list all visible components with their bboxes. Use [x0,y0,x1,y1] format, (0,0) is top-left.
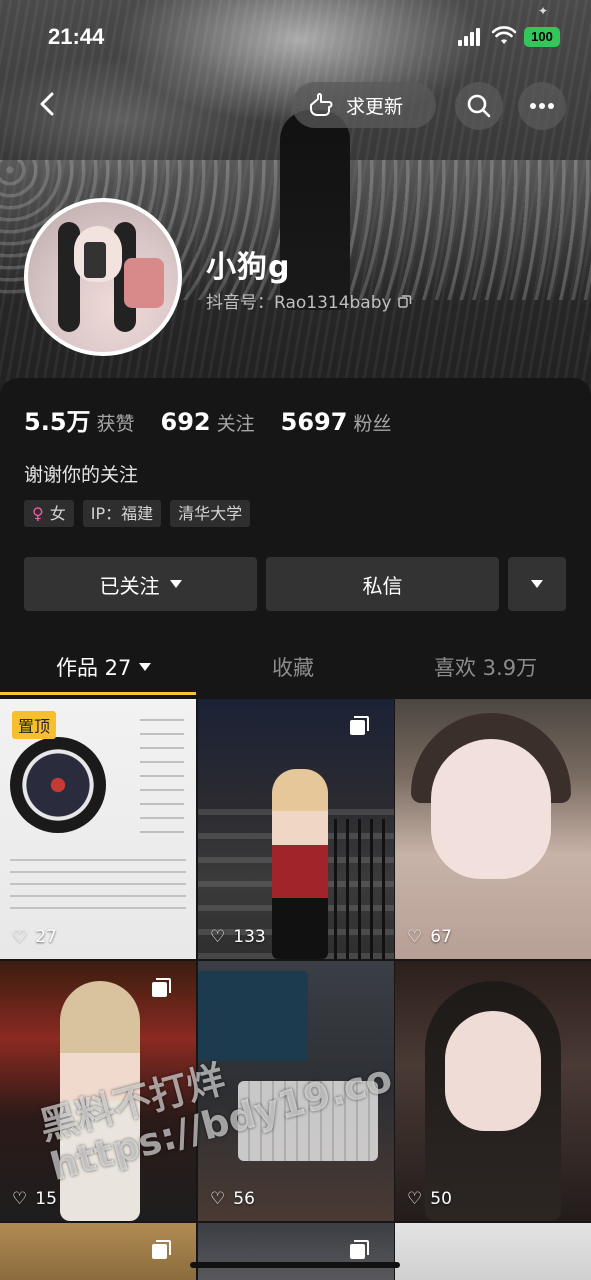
followed-button[interactable]: 已关注 [24,557,257,611]
video-likes-count: 50 [430,1189,452,1209]
multi-image-icon [350,1240,369,1259]
school-tag[interactable]: 清华大学 [170,500,251,527]
video-likes-count: 15 [35,1189,57,1209]
heart-icon: ♡ [12,1189,28,1209]
caret-down-icon [139,663,152,671]
video-thumbnail[interactable]: ♡ 67 [395,699,591,959]
tab-works[interactable]: 作品 27 [56,652,152,682]
video-likes-count: 67 [430,927,452,947]
bio: 谢谢你的关注 [24,464,139,486]
video-thumbnail[interactable] [198,1223,394,1280]
message-button[interactable]: 私信 [266,557,499,611]
tab-likes[interactable]: 喜欢 3.9万 [434,652,537,682]
status-bar: 21:44 ✦ 100 [0,0,591,74]
video-thumbnail[interactable]: ♡ 133 [198,699,394,959]
stat-following-number: 692 [160,408,211,436]
heart-icon: ♡ [210,927,226,947]
search-icon [467,94,491,118]
gender-tag-label: 女 [49,504,66,523]
stat-followers[interactable]: 5697 粉丝 [281,408,392,436]
female-icon: ♀ [32,504,44,523]
message-button-label: 私信 [362,573,403,598]
gender-tag: ♀ 女 [24,500,74,527]
recommend-dropdown-button[interactable] [508,557,566,611]
video-likes-count: 27 [35,927,57,947]
multi-image-icon [152,1240,171,1259]
pinned-badge: 置顶 [12,711,57,739]
multi-image-icon [152,978,171,997]
caret-down-icon [169,580,182,588]
sparkle-icon: ✦ [538,4,549,18]
username: 小狗g [206,250,291,285]
heart-icon: ♡ [210,1189,226,1209]
caret-down-icon [531,580,543,588]
avatar[interactable] [24,198,182,356]
video-likes: ♡ 67 [407,927,452,947]
more-button[interactable] [518,82,566,130]
tag-list: ♀ 女 IP：福建 清华大学 [24,500,251,527]
request-update-button[interactable]: 求更新 [292,82,436,128]
video-likes: ♡ 15 [12,1189,57,1209]
hand-point-icon [310,93,333,116]
back-button[interactable] [28,84,68,124]
stat-likes-number: 5.5万 [24,408,91,436]
tab-collect[interactable]: 收藏 [272,652,314,682]
stat-followers-number: 5697 [280,408,348,436]
video-likes: ♡ 50 [407,1189,452,1209]
tab-works-label: 作品 27 [56,656,132,680]
video-likes: ♡ 133 [210,927,266,947]
video-likes-count: 56 [233,1189,255,1209]
more-dots-icon [530,103,554,109]
stat-following[interactable]: 692 关注 [161,408,255,436]
battery-icon: 100 [524,27,560,47]
stat-following-label: 关注 [216,413,255,435]
video-thumbnail[interactable]: ♡ 50 [395,961,591,1221]
video-likes: ♡ 27 [12,927,57,947]
stat-likes-label: 获赞 [96,413,135,435]
chevron-left-icon [40,92,54,116]
stat-likes[interactable]: 5.5万 获赞 [24,402,135,437]
video-thumbnail[interactable]: 置顶 ♡ 27 [0,699,196,959]
copy-icon [397,294,411,308]
video-thumbnail[interactable] [0,1223,196,1280]
active-tab-indicator [0,692,196,695]
video-thumbnail[interactable] [395,1223,591,1280]
douyin-id[interactable]: 抖音号：Rao1314baby [206,288,412,313]
home-indicator [190,1262,400,1268]
stats-row: 5.5万 获赞 692 关注 5697 粉丝 [24,402,391,437]
signal-icon [458,28,484,46]
heart-icon: ♡ [407,927,423,947]
stat-followers-label: 粉丝 [353,413,392,435]
profile-tabs: 作品 27 收藏 喜欢 3.9万 [0,640,591,696]
request-update-label: 求更新 [346,95,404,118]
douyin-id-text: 抖音号：Rao1314baby [206,293,392,313]
status-time: 21:44 [48,24,105,49]
followed-button-label: 已关注 [99,573,160,598]
wifi-icon [492,26,516,44]
ip-tag: IP：福建 [82,500,162,527]
multi-image-icon [350,716,369,735]
video-likes: ♡ 56 [210,1189,255,1209]
heart-icon: ♡ [407,1189,423,1209]
search-button[interactable] [455,82,503,130]
action-row: 已关注 私信 [24,557,566,611]
heart-icon: ♡ [12,927,28,947]
video-likes-count: 133 [233,927,266,947]
cover-performer [280,110,350,310]
